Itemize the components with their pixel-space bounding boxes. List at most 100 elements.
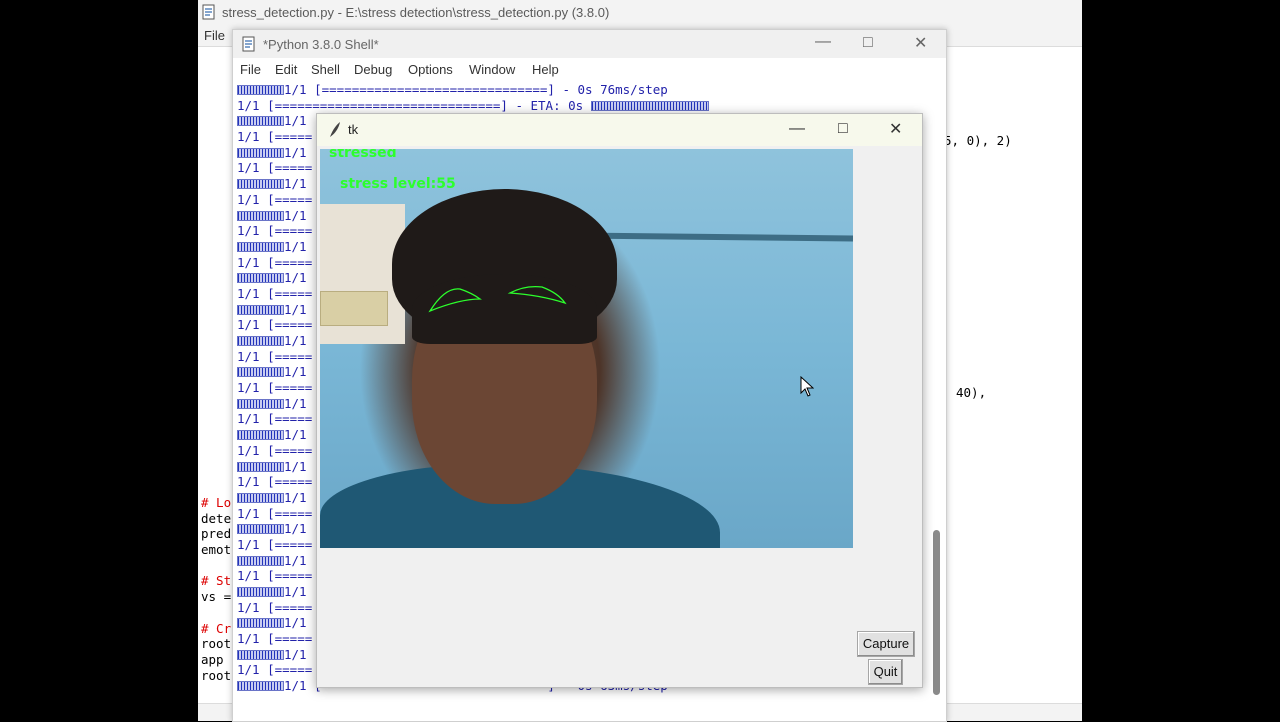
maximize-icon[interactable]: □ [863,34,873,52]
shell-output-text: 1/1 [===== [237,191,313,207]
shell-output-text: 1/1 [284,552,307,568]
editor-code-line: emot [201,542,232,558]
shell-output-text: 1/1 [===== [237,380,313,396]
progress-glyphs [237,492,284,503]
shell-output-text: 1/1 [===== [237,599,313,615]
close-icon[interactable]: ✕ [889,119,902,139]
close-icon[interactable]: ✕ [914,33,927,53]
progress-glyphs [237,618,284,629]
progress-glyphs [237,210,284,221]
shell-output-text: 1/1 [284,458,307,474]
shell-output-text: 1/1 [===== [237,536,313,552]
capture-button[interactable]: Capture [857,631,915,657]
shell-output-text: 1/1 [284,144,307,160]
editor-code-left: # Lo dete pred emot # St vs = # Cr root app root [201,495,231,683]
minimize-icon[interactable]: — [815,33,831,51]
shell-menu-file[interactable]: File [240,62,261,77]
progress-glyphs [237,336,284,346]
minimize-icon[interactable]: — [789,120,805,138]
progress-glyphs [237,304,284,315]
editor-code-fragment: 40), [956,385,987,400]
shell-output-text: 1/1 [==============================] - 0… [284,82,668,97]
editor-menu-file[interactable]: File [204,28,225,43]
editor-code-line: vs = [201,589,232,605]
progress-glyphs [237,147,284,158]
editor-code-line: # Cr [201,620,232,636]
editor-code-line: pred [201,526,232,542]
progress-glyphs [237,179,284,190]
progress-glyphs [237,461,284,472]
shell-output-text: 1/1 [284,364,307,380]
stress-status-text: stressed [329,149,397,161]
shell-output-text: 1/1 [===== [237,254,313,270]
progress-glyphs [590,100,709,111]
shell-output-text: 1/1 [284,333,307,348]
shell-menu-debug[interactable]: Debug [354,62,392,77]
shell-output-text: 1/1 [===== [237,662,313,678]
shell-output-text: 1/1 [===== [237,285,313,301]
shell-output-text: 1/1 [284,489,307,505]
editor-code-line: app [201,651,232,667]
shell-output-text: 1/1 [284,113,307,129]
shell-output-text: 1/1 [===== [237,505,313,521]
shell-output-text: 1/1 [===== [237,474,313,490]
progress-glyphs [237,681,284,692]
shell-menu-shell[interactable]: Shell [311,62,340,77]
shell-output-line: 1/1 [==============================] - E… [237,98,927,114]
tk-window: tk — □ ✕ stressed stress level:55 Captur… [316,113,923,688]
progress-glyphs [237,367,284,378]
shell-output-line: 1/1 [==============================] - 0… [237,82,927,98]
shell-menubar: File Edit Shell Debug Options Window Hel… [233,58,946,82]
shell-menu-window[interactable]: Window [469,62,515,77]
shell-output-text: 1/1 [===== [237,317,313,333]
progress-glyphs [237,273,284,284]
editor-titlebar[interactable]: stress_detection.py - E:\stress detectio… [198,0,1082,26]
progress-glyphs [237,649,284,660]
tk-title: tk [348,122,359,137]
shell-output-text: 1/1 [284,395,307,411]
shell-output-text: 1/1 [284,238,307,254]
editor-code-line: root [201,636,232,652]
maximize-icon[interactable]: □ [838,120,848,138]
progress-glyphs [237,555,284,566]
shell-output-text: 1/1 [===== [237,568,313,584]
editor-code-line: # St [201,573,232,589]
editor-title: stress_detection.py - E:\stress detectio… [222,5,610,20]
webcam-feed: stressed stress level:55 [320,149,853,548]
progress-glyphs [237,241,284,252]
python-shell-icon [242,36,255,52]
shell-menu-help[interactable]: Help [532,62,559,77]
shell-output-text: 1/1 [284,584,307,599]
editor-code-line: # Lo [201,495,232,510]
shell-output-text: 1/1 [284,646,307,662]
shell-menu-options[interactable]: Options [408,62,453,77]
editor-code-line [201,558,231,574]
quit-button[interactable]: Quit [868,659,903,685]
shell-output-text: 1/1 [284,427,307,443]
progress-glyphs [237,524,284,535]
shell-output-text: 1/1 [===== [237,442,313,458]
progress-glyphs [237,85,284,95]
shell-output-text: 1/1 [===== [237,631,313,647]
feather-icon [330,122,340,137]
shell-scrollbar[interactable] [933,530,940,695]
eyebrow-contours [428,285,567,313]
shell-output-text: 1/1 [===== [237,411,313,427]
progress-glyphs [237,430,284,441]
python-file-icon [202,4,215,20]
editor-code-line: dete [201,510,232,526]
shell-output-text: 1/1 [===== [237,160,313,176]
shell-title: *Python 3.8.0 Shell* [263,37,379,52]
editor-code-fragment: 5, 0), 2) [944,133,1012,148]
progress-glyphs [237,398,284,409]
shell-menu-edit[interactable]: Edit [275,62,297,77]
tk-titlebar[interactable]: tk — □ ✕ [317,114,922,146]
shell-titlebar[interactable]: *Python 3.8.0 Shell* — □ ✕ [233,30,946,58]
shell-output-text: 1/1 [==============================] - E… [237,97,584,113]
editor-code-line: root [201,667,232,683]
mouse-cursor-icon [800,376,814,397]
editor-code-line [201,605,231,621]
shell-output-text: 1/1 [===== [237,129,313,145]
shell-output-text: 1/1 [284,176,307,192]
shell-output-text: 1/1 [284,301,307,317]
